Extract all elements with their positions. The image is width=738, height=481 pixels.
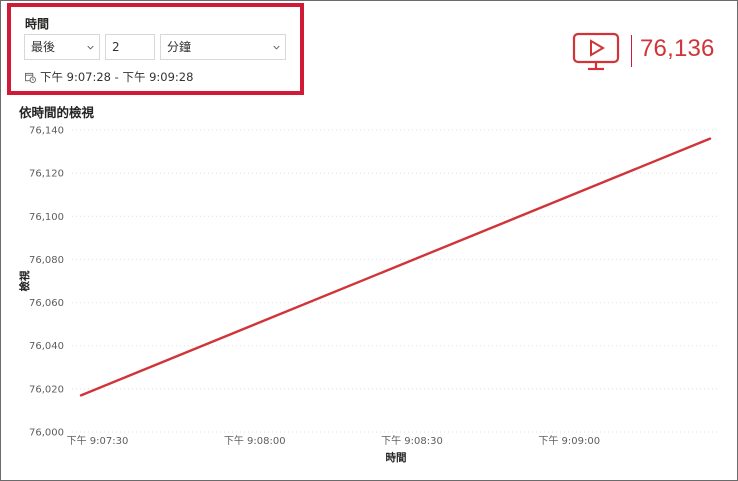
y-tick-label: 76,120 <box>29 169 64 180</box>
y-tick-label: 76,060 <box>29 298 64 309</box>
y-tick-label: 76,140 <box>29 126 64 137</box>
y-axis-title: 檢視 <box>18 270 31 291</box>
y-tick-label: 76,040 <box>29 341 64 352</box>
y-tick-label: 76,020 <box>29 384 64 395</box>
y-tick-label: 76,100 <box>29 212 64 223</box>
x-tick-label: 下午 9:09:00 <box>538 434 600 447</box>
x-tick-label: 下午 9:08:00 <box>224 434 286 447</box>
x-tick-label: 下午 9:07:30 <box>67 434 129 447</box>
views-over-time-chart: 76,000 76,020 76,040 76,060 76,080 76,100 76,1… <box>18 126 720 464</box>
views-series-line <box>79 137 712 397</box>
y-tick-label: 76,000 <box>29 428 64 439</box>
x-tick-label: 下午 9:08:30 <box>381 434 443 447</box>
y-tick-label: 76,080 <box>29 255 64 266</box>
x-axis-title: 時間 <box>386 451 407 464</box>
